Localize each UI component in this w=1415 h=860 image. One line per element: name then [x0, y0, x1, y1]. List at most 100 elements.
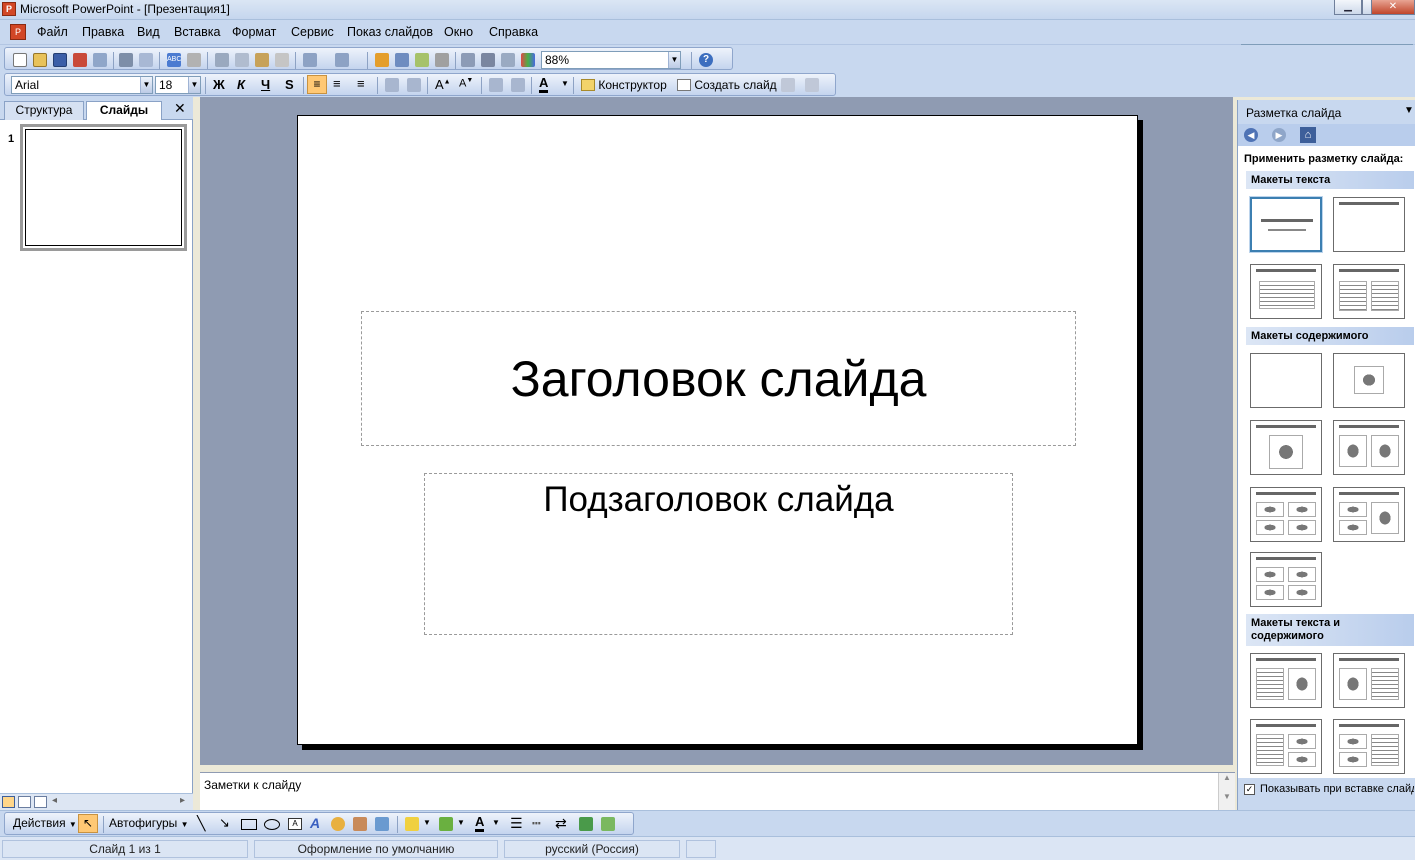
bullets-icon[interactable] [407, 78, 421, 92]
menu-slideshow[interactable]: Показ слайдов [347, 25, 433, 39]
notes-pane[interactable]: Заметки к слайду ▲ ▼ [200, 772, 1235, 811]
bold-button[interactable]: Ж [213, 77, 225, 92]
normal-view-icon[interactable] [2, 796, 15, 808]
clip-art-icon[interactable] [353, 817, 367, 831]
chevron-down-icon[interactable]: ▼ [1404, 105, 1414, 116]
tables-borders-icon[interactable] [415, 53, 429, 67]
cut-icon[interactable] [215, 53, 229, 67]
menu-file[interactable]: Файл [37, 25, 68, 39]
color-grayscale-icon[interactable] [521, 53, 535, 67]
fill-color-icon[interactable] [405, 817, 419, 831]
chevron-down-icon[interactable]: ▼ [561, 79, 569, 88]
show-formatting-icon[interactable] [481, 53, 495, 67]
layout-content[interactable] [1333, 353, 1405, 408]
tab-outline[interactable]: Структура [4, 101, 84, 120]
zoom-combo[interactable]: 88% ▼ [541, 51, 681, 69]
insert-chart-icon[interactable] [375, 53, 389, 67]
layout-title-content[interactable] [1250, 420, 1322, 475]
insert-table-icon[interactable] [395, 53, 409, 67]
show-grid-icon[interactable] [501, 53, 515, 67]
undo-icon[interactable] [303, 53, 317, 67]
rectangle-icon[interactable] [241, 819, 257, 830]
print-preview-icon[interactable] [139, 53, 153, 67]
copy-icon[interactable] [235, 53, 249, 67]
show-on-insert-checkbox[interactable]: ✓ [1244, 784, 1255, 795]
powerpoint-app-icon[interactable]: P [2, 2, 16, 16]
menu-format[interactable]: Формат [232, 25, 276, 39]
arrow-icon[interactable]: ↘ [219, 815, 230, 831]
line-icon[interactable]: ╲ [197, 815, 205, 832]
layout-title-only[interactable] [1333, 197, 1405, 252]
new-slide-button[interactable]: Создать слайд [677, 78, 777, 92]
italic-button[interactable]: К [237, 77, 245, 92]
paste-icon[interactable] [255, 53, 269, 67]
layout-title-two-content-text[interactable] [1333, 719, 1405, 774]
layout-title-content-text[interactable] [1333, 653, 1405, 708]
open-icon[interactable] [33, 53, 47, 67]
layout-title-content-two-content[interactable] [1250, 487, 1322, 542]
document-icon[interactable]: P [10, 24, 26, 40]
insert-diagram-icon[interactable] [435, 53, 449, 67]
back-icon[interactable]: ◀ [1244, 128, 1258, 142]
autoshapes-button[interactable]: Автофигуры ▼ [109, 816, 189, 830]
layout-title-two-content-content[interactable] [1333, 487, 1405, 542]
font-combo[interactable]: Arial ▼ [11, 76, 153, 94]
menu-window[interactable]: Окно [444, 25, 473, 39]
insert-diagram-icon[interactable] [331, 817, 345, 831]
line-color-icon[interactable] [439, 817, 453, 831]
chevron-down-icon[interactable]: ▼ [188, 77, 200, 93]
layout-blank[interactable] [1250, 353, 1322, 408]
slideshow-view-icon[interactable] [34, 796, 47, 808]
menu-help[interactable]: Справка [489, 25, 538, 39]
wordart-icon[interactable]: A [310, 815, 320, 831]
shadow-button[interactable]: S [285, 77, 294, 92]
minimize-button[interactable]: ▁ [1334, 0, 1362, 15]
actions-button[interactable]: Действия ▼ [13, 816, 77, 830]
email-icon[interactable] [93, 53, 107, 67]
oval-icon[interactable] [264, 819, 280, 830]
chevron-down-icon[interactable]: ▼ [668, 52, 680, 68]
slide-thumbnail[interactable] [20, 124, 187, 251]
chevron-down-icon[interactable]: ▼ [457, 818, 465, 827]
subtitle-placeholder[interactable]: Подзаголовок слайда [424, 473, 1013, 635]
insert-picture-icon[interactable] [375, 817, 389, 831]
menu-view[interactable]: Вид [137, 25, 160, 39]
home-icon[interactable]: ⌂ [1300, 127, 1316, 143]
chevron-down-icon[interactable]: ▼ [492, 818, 500, 827]
align-left-button[interactable]: ≡ [307, 75, 327, 94]
close-window-button[interactable]: ✕ [1371, 0, 1415, 15]
scroll-right-icon[interactable]: ▸ [180, 795, 185, 806]
tab-slides[interactable]: Слайды [86, 101, 162, 120]
scroll-left-icon[interactable]: ◂ [52, 795, 57, 806]
align-right-button[interactable]: ≡ [357, 76, 365, 91]
underline-button[interactable]: Ч [261, 77, 270, 92]
chevron-down-icon[interactable]: ▼ [140, 77, 152, 93]
text-box-icon[interactable]: A [288, 818, 302, 830]
menu-tools[interactable]: Сервис [291, 25, 334, 39]
chevron-down-icon[interactable]: ▼ [423, 818, 431, 827]
shadow-style-icon[interactable] [579, 817, 593, 831]
layout-title-two-columns[interactable] [1333, 264, 1405, 319]
layout-title-two-content[interactable] [1333, 420, 1405, 475]
font-color-button[interactable]: A [539, 76, 549, 93]
increase-font-button[interactable]: A▲ [435, 77, 451, 92]
title-placeholder[interactable]: Заголовок слайда [361, 311, 1076, 446]
paragraph-spacing-icon[interactable] [805, 78, 819, 92]
menu-edit[interactable]: Правка [82, 25, 124, 39]
select-pointer-icon[interactable]: ↖ [78, 814, 98, 833]
save-icon[interactable] [53, 53, 67, 67]
slide-canvas[interactable]: Заголовок слайда Подзаголовок слайда [297, 115, 1138, 745]
menu-insert[interactable]: Вставка [174, 25, 220, 39]
layout-title-text-content[interactable] [1250, 653, 1322, 708]
layout-title-slide[interactable] [1249, 196, 1323, 253]
decrease-font-button[interactable]: A▼ [459, 77, 473, 90]
notes-scrollbar[interactable]: ▲ ▼ [1218, 773, 1235, 811]
layout-title-text-two-content[interactable] [1250, 719, 1322, 774]
expand-all-icon[interactable] [461, 53, 475, 67]
align-center-button[interactable]: ≡ [333, 76, 341, 91]
slide-sorter-icon[interactable] [18, 796, 31, 808]
forward-icon[interactable]: ▶ [1272, 128, 1286, 142]
increase-indent-icon[interactable] [511, 78, 525, 92]
permission-icon[interactable] [73, 53, 87, 67]
new-icon[interactable] [13, 53, 27, 67]
